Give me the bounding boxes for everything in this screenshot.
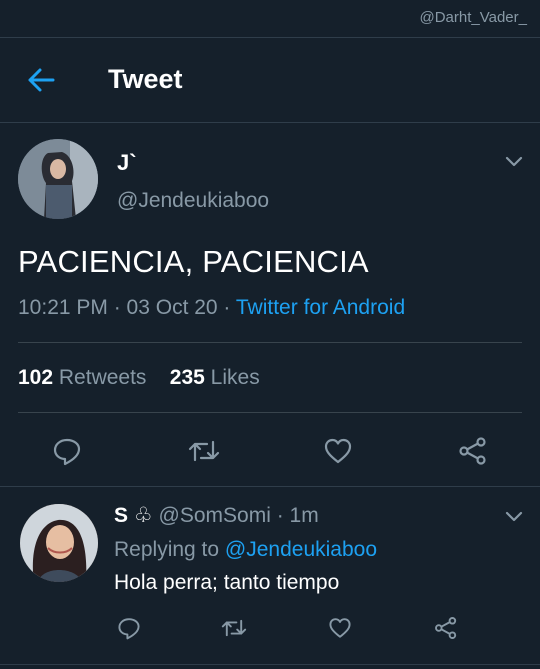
author-avatar[interactable] — [18, 139, 98, 219]
reply-author-name[interactable]: S — [114, 504, 128, 527]
like-icon[interactable] — [328, 616, 352, 640]
tweet-source-link[interactable]: Twitter for Android — [236, 296, 405, 319]
replying-mention-link[interactable]: @Jendeukiaboo — [225, 538, 377, 561]
tweet-timestamp: 10:21 PM · 03 Oct 20 · — [18, 296, 236, 319]
replying-to: Replying to @Jendeukiaboo — [114, 538, 377, 562]
reply-text: Hola perra; tanto tiempo — [114, 571, 340, 594]
reply-icon[interactable] — [52, 436, 82, 466]
tweet-stats: 102 Retweets 235 Likes — [18, 366, 260, 390]
likes-label: Likes — [210, 366, 260, 389]
reply-author-handle[interactable]: @SomSomi — [159, 504, 271, 527]
reply-icon[interactable] — [117, 616, 141, 640]
divider — [18, 342, 522, 343]
retweets-count: 102 — [18, 366, 54, 389]
divider — [0, 664, 540, 665]
share-icon[interactable] — [434, 616, 458, 640]
app-header: Tweet — [0, 38, 540, 122]
author-handle[interactable]: @Jendeukiaboo — [117, 189, 269, 213]
club-suit-icon: ♧ — [133, 504, 153, 527]
divider — [18, 412, 522, 413]
author-name[interactable]: J` — [117, 150, 137, 176]
divider — [0, 486, 540, 487]
page-title: Tweet — [108, 64, 183, 94]
retweets-label: Retweets — [58, 366, 147, 389]
like-icon[interactable] — [323, 436, 353, 466]
tweet-text: PACIENCIA, PACIENCIA — [18, 244, 369, 279]
reply-header: S ♧ @SomSomi · 1m — [114, 503, 319, 528]
retweets-stat[interactable]: 102 Retweets — [18, 366, 146, 389]
likes-count: 235 — [169, 366, 205, 389]
chevron-down-icon[interactable] — [504, 509, 524, 523]
reply-time: · 1m — [276, 504, 319, 527]
tweet-meta: 10:21 PM · 03 Oct 20 · Twitter for Andro… — [18, 296, 405, 320]
chevron-down-icon[interactable] — [504, 154, 524, 168]
back-arrow-icon[interactable] — [26, 67, 56, 93]
reply-avatar[interactable] — [20, 504, 98, 582]
retweet-icon[interactable] — [221, 616, 247, 640]
share-icon[interactable] — [458, 436, 488, 466]
watermark: @Darht_Vader_ — [419, 9, 527, 26]
replying-label: Replying to — [114, 538, 220, 561]
retweet-icon[interactable] — [188, 436, 220, 466]
divider — [0, 122, 540, 123]
likes-stat[interactable]: 235 Likes — [170, 366, 260, 389]
